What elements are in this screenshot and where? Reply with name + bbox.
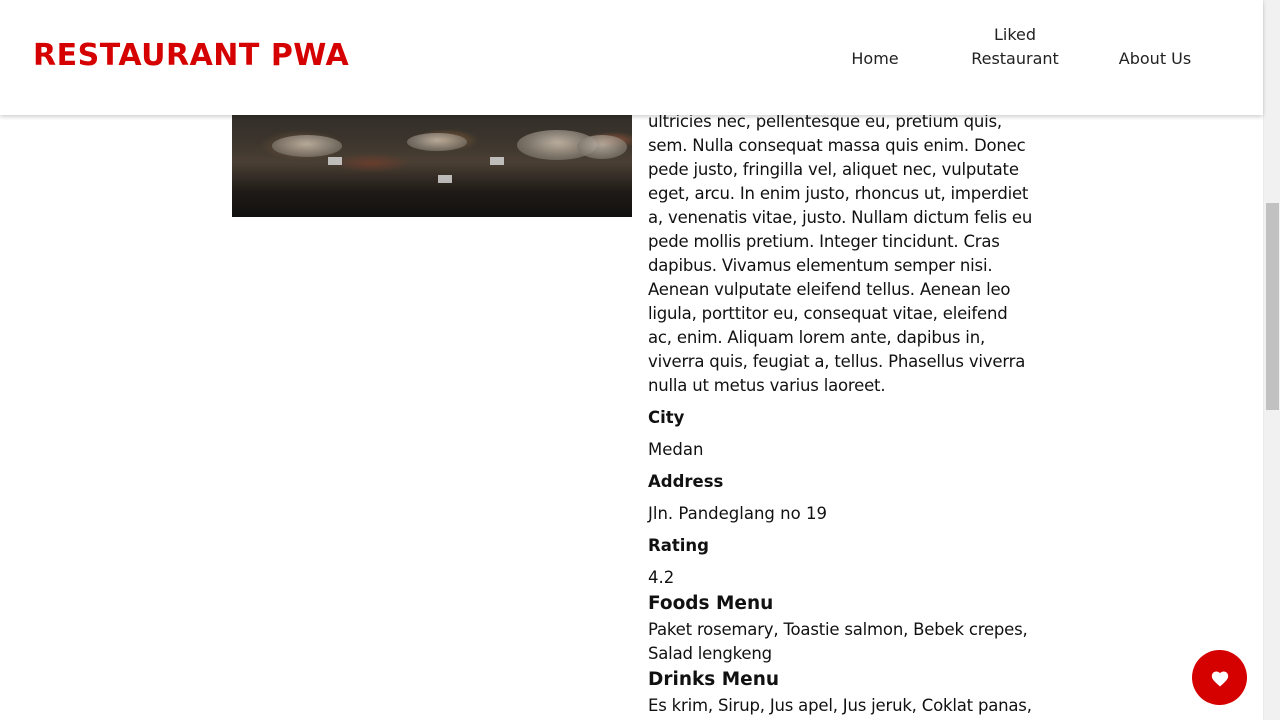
rating-value: 4.2 — [648, 568, 675, 587]
plate-shape — [577, 135, 627, 159]
scrollbar-thumb[interactable] — [1266, 203, 1279, 410]
drinks-menu-title: Drinks Menu — [648, 669, 780, 690]
heart-icon — [1210, 669, 1230, 687]
foods-menu-title: Foods Menu — [648, 593, 774, 614]
food-tag — [438, 175, 452, 183]
nav-about-us-link[interactable]: About Us — [1095, 47, 1215, 71]
city-value: Medan — [648, 440, 704, 459]
like-button[interactable] — [1192, 650, 1247, 705]
plate-shape — [272, 135, 342, 157]
restaurant-detail: ultricies nec, pellentesque eu, pretium … — [648, 110, 1033, 718]
nav-liked-line1: Liked — [993, 25, 1037, 44]
plate-shape — [407, 133, 467, 151]
nav-liked-line2: Restaurant — [971, 49, 1059, 68]
city-label: City — [648, 408, 685, 427]
rating-label: Rating — [648, 536, 709, 555]
food-tag — [328, 157, 342, 165]
address-label: Address — [648, 472, 724, 491]
food-tag — [490, 157, 504, 165]
address-value: Jln. Pandeglang no 19 — [648, 504, 827, 523]
nav-home-link[interactable]: Home — [815, 47, 935, 71]
brand-title[interactable]: RESTAURANT PWA — [33, 38, 349, 73]
app-header: RESTAURANT PWA Home Liked Restaurant Abou… — [0, 0, 1263, 115]
restaurant-description: ultricies nec, pellentesque eu, pretium … — [648, 112, 1033, 395]
nav-liked-restaurant-link[interactable]: Liked Restaurant — [955, 23, 1075, 71]
page-scrollbar[interactable] — [1263, 0, 1280, 720]
foods-menu-list: Paket rosemary, Toastie salmon, Bebek cr… — [648, 620, 1028, 663]
drinks-menu-list: Es krim, Sirup, Jus apel, Jus jeruk, Cok… — [648, 696, 1032, 715]
